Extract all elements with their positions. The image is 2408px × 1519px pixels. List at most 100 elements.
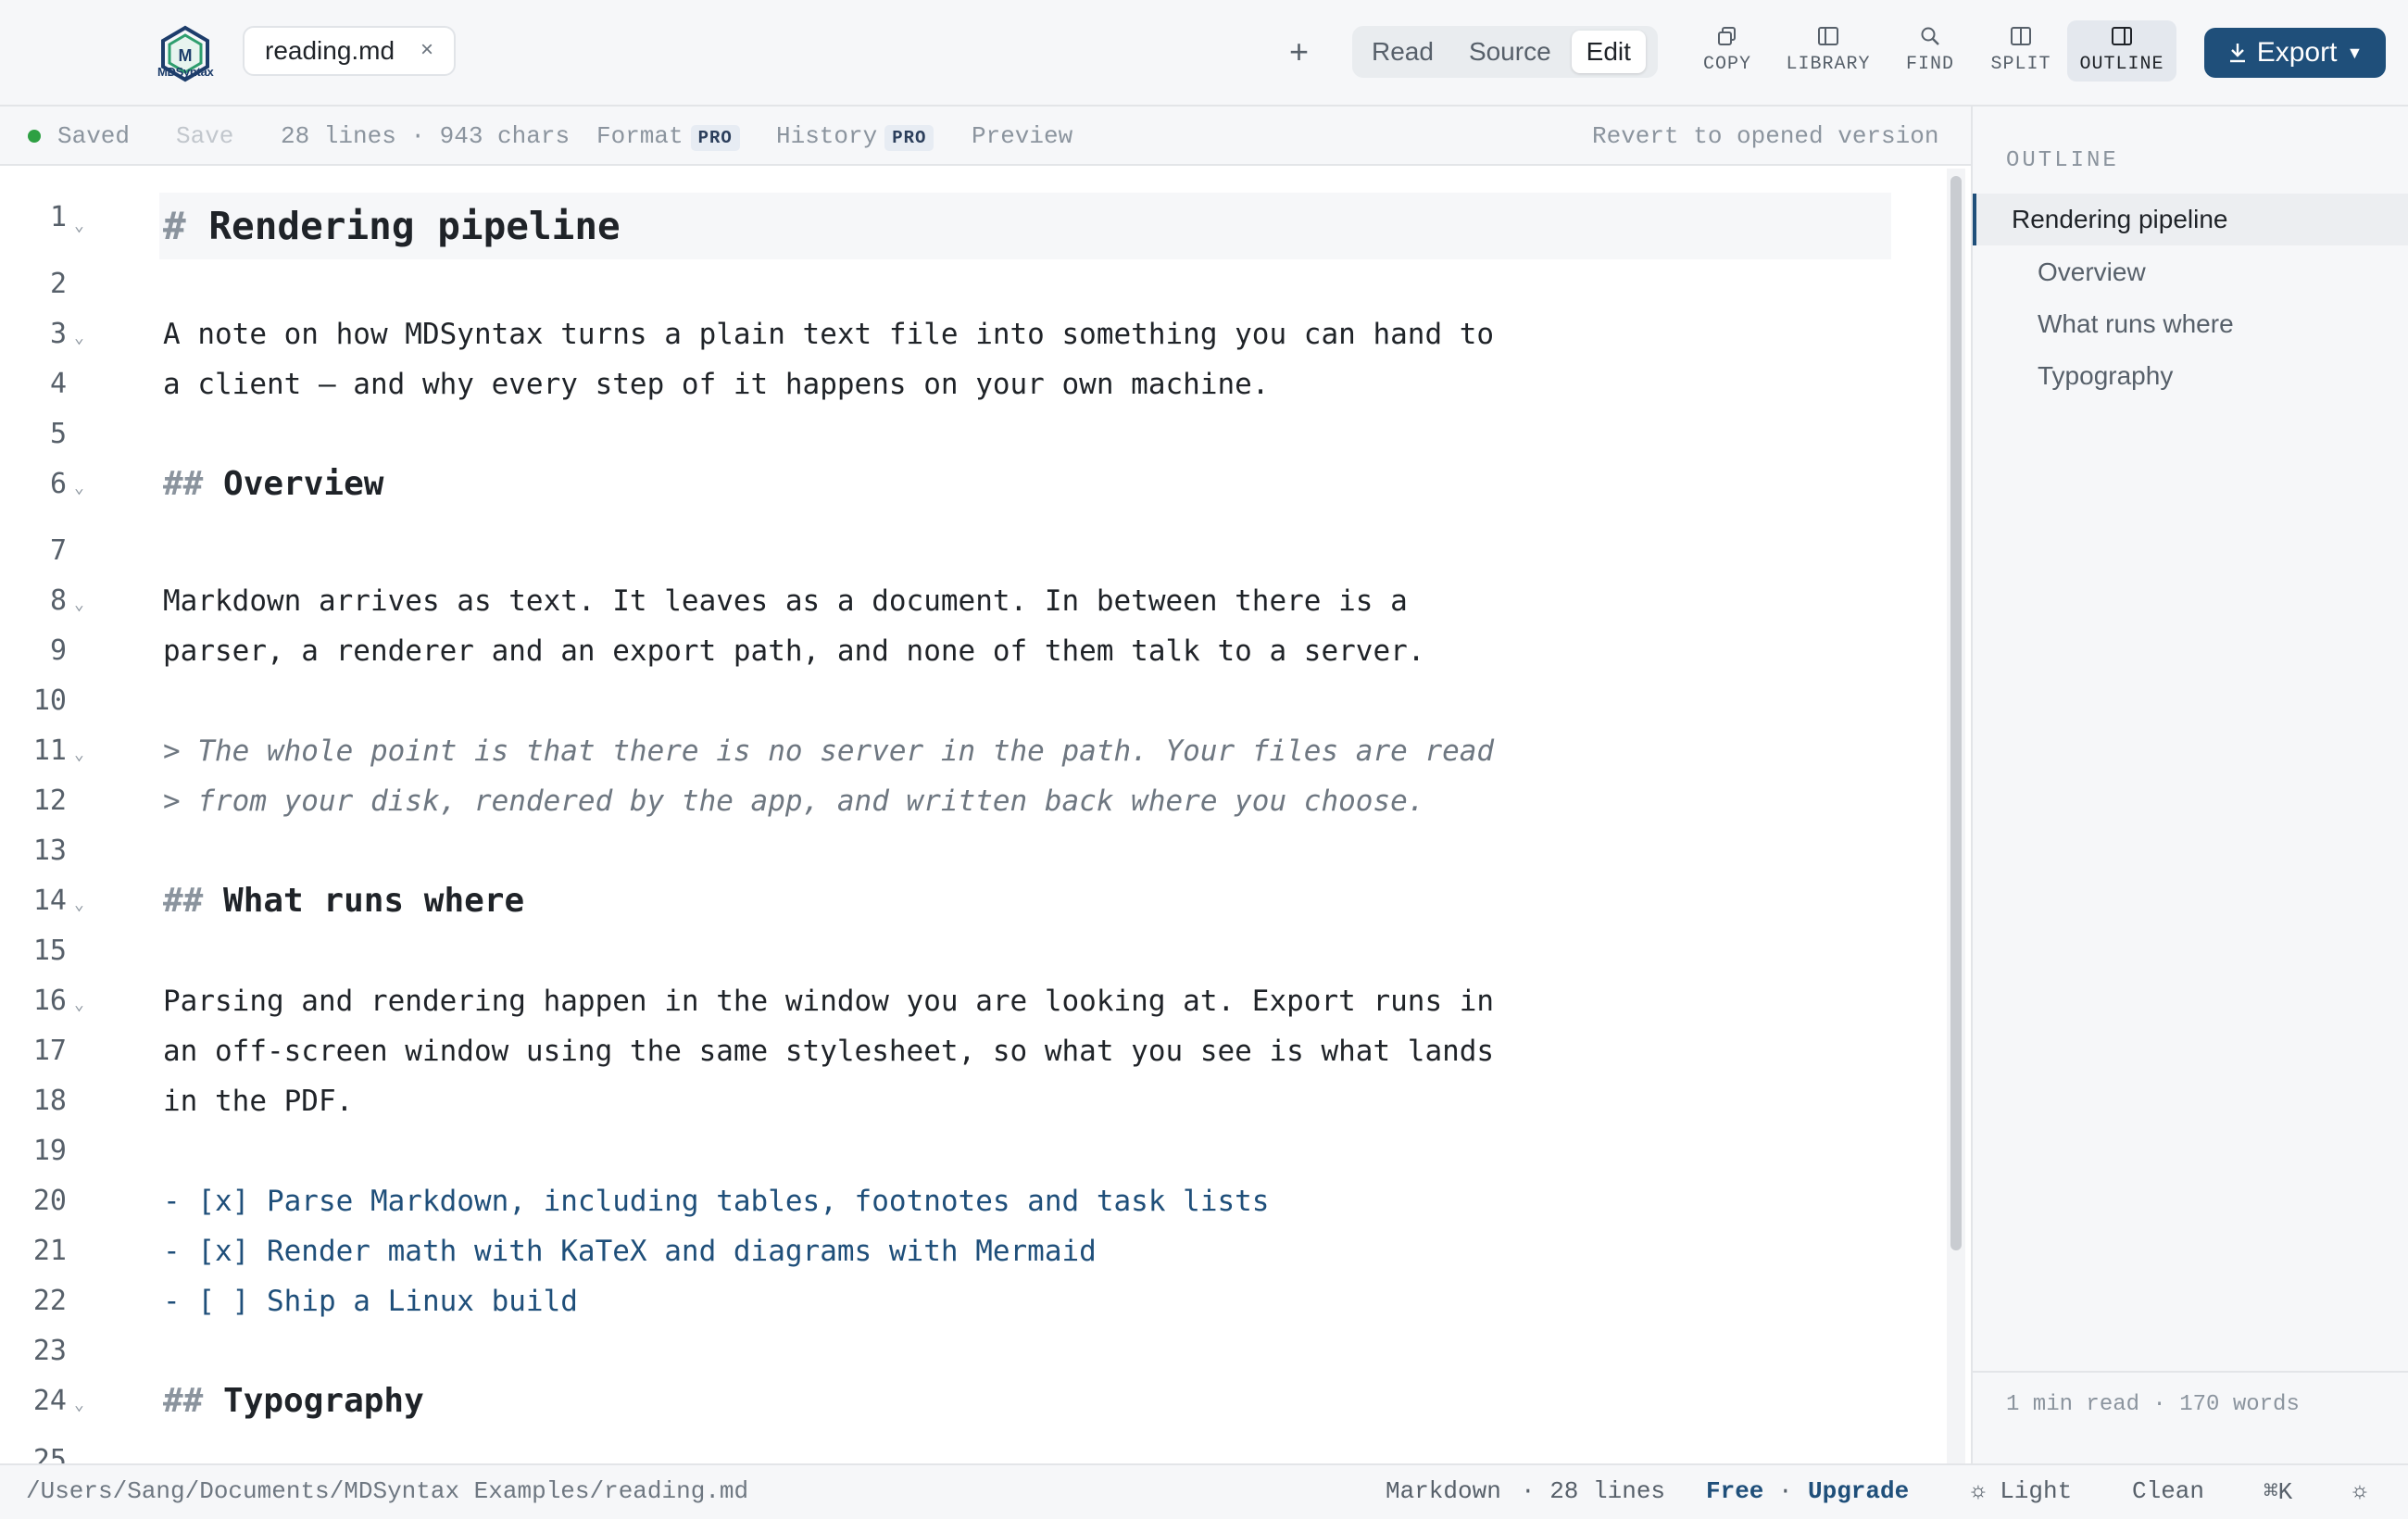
- fold-chevron-icon[interactable]: ⌄: [74, 580, 84, 630]
- mode-source-button[interactable]: Source: [1454, 31, 1566, 73]
- line-text: - [ ] Ship a Linux build: [163, 1276, 578, 1326]
- outline-item-label: Rendering pipeline: [2012, 205, 2228, 233]
- outline-title: OUTLINE: [2006, 148, 2119, 173]
- fold-chevron-icon[interactable]: ⌄: [74, 980, 84, 1030]
- line-content: Parsing and rendering happen in the wind…: [163, 985, 1495, 1018]
- line-text: an off-screen window using the same styl…: [163, 1026, 1494, 1076]
- editor-scrollbar-thumb[interactable]: [1950, 176, 1962, 1250]
- fold-chevron-icon[interactable]: ⌄: [74, 1380, 84, 1430]
- line-content: in the PDF.: [163, 1085, 354, 1118]
- command-palette-shortcut[interactable]: ⌘K: [2264, 1477, 2292, 1506]
- editor-line[interactable]: 14 ⌄ ## What runs where: [0, 876, 1908, 926]
- theme-toggle[interactable]: ☼ Light: [1971, 1477, 2072, 1505]
- bottom-status-bar: /Users/Sang/Documents/MDSyntax Examples/…: [0, 1463, 2408, 1519]
- fold-chevron-icon[interactable]: ⌄: [74, 880, 84, 930]
- editor-pane[interactable]: 1 ⌄ # Rendering pipeline 2 3 ⌄ A note on how M…: [0, 167, 1945, 1463]
- copy-label: COPY: [1702, 54, 1751, 75]
- editor-line[interactable]: 23: [0, 1326, 1908, 1376]
- editor-line[interactable]: 17 an off-screen window using the same st…: [0, 1026, 1908, 1076]
- editor-line[interactable]: 13: [0, 826, 1908, 876]
- line-content: - [ ] Ship a Linux build: [163, 1285, 578, 1318]
- line-number: 24: [32, 1385, 67, 1417]
- split-button[interactable]: SPLIT: [1984, 20, 2058, 82]
- outline-item-rendering-pipeline[interactable]: Rendering pipeline: [1973, 194, 2408, 245]
- line-number: 9: [49, 634, 67, 667]
- format-button[interactable]: Format PRO: [596, 122, 740, 151]
- editor-line[interactable]: 3 ⌄ A note on how MDSyntax turns a plain t…: [0, 309, 1908, 359]
- file-tab[interactable]: reading.md ×: [243, 26, 456, 76]
- upgrade-link[interactable]: Upgrade: [1808, 1477, 1909, 1505]
- heading-marker: ##: [163, 882, 224, 920]
- line-content: - [x] Parse Markdown, including tables, …: [163, 1185, 1270, 1218]
- editor-line[interactable]: 10: [0, 676, 1908, 726]
- mode-read-button[interactable]: Read: [1357, 31, 1449, 73]
- editor-line[interactable]: 20 - [x] Parse Markdown, including tables…: [0, 1176, 1908, 1226]
- editor-line[interactable]: 12 > from your disk, rendered by the app,…: [0, 776, 1908, 826]
- outline-item-typography[interactable]: Typography: [2038, 361, 2173, 391]
- save-button[interactable]: Save: [176, 122, 233, 150]
- export-label: Export: [2256, 37, 2338, 68]
- line-content: > from your disk, rendered by the app, a…: [163, 785, 1425, 818]
- editor-line[interactable]: 9 parser, a renderer and an export path, …: [0, 626, 1908, 676]
- line-number: 20: [32, 1185, 67, 1217]
- line-number: 15: [32, 935, 67, 967]
- mode-edit-button[interactable]: Edit: [1571, 31, 1646, 73]
- editor-line[interactable]: 25: [0, 1436, 1908, 1463]
- editor-line[interactable]: 18 in the PDF.: [0, 1076, 1908, 1126]
- outline-item-overview[interactable]: Overview: [2038, 257, 2146, 287]
- new-tab-button[interactable]: +: [1289, 31, 1309, 72]
- editor-line[interactable]: 5: [0, 409, 1908, 459]
- editor-line[interactable]: 24 ⌄ ## Typography: [0, 1376, 1908, 1426]
- line-text: ## Typography: [163, 1376, 424, 1426]
- sidebar-icon: [1818, 27, 1838, 45]
- fold-chevron-icon[interactable]: ⌄: [74, 730, 84, 780]
- editor-line[interactable]: 2: [0, 259, 1908, 309]
- line-number: 17: [32, 1035, 67, 1067]
- editor-line[interactable]: 7: [0, 526, 1908, 576]
- outline-toggle-button[interactable]: OUTLINE: [2067, 20, 2176, 82]
- outline-label: OUTLINE: [2079, 54, 2164, 75]
- editor-line[interactable]: 11 ⌄ > The whole point is that there is no…: [0, 726, 1908, 776]
- outline-divider: [1973, 1371, 2408, 1373]
- style-selector[interactable]: Clean: [2132, 1477, 2204, 1505]
- language-mode[interactable]: Markdown: [1386, 1477, 1501, 1505]
- line-number: 11: [32, 734, 67, 767]
- fold-chevron-icon[interactable]: ⌄: [74, 313, 84, 363]
- history-button[interactable]: History PRO: [776, 122, 934, 151]
- separator: ·: [1778, 1477, 1793, 1505]
- editor-line[interactable]: 1 ⌄ # Rendering pipeline: [0, 193, 1908, 259]
- top-toolbar: M MDSyntax reading.md × + Read Source Ed…: [0, 0, 2408, 107]
- editor-line[interactable]: 6 ⌄ ## Overview: [0, 459, 1908, 509]
- library-label: LIBRARY: [1786, 54, 1871, 75]
- copy-button[interactable]: COPY: [1697, 20, 1758, 82]
- editor-line[interactable]: 19: [0, 1126, 1908, 1176]
- line-number: 10: [32, 684, 67, 717]
- editor-line[interactable]: 15: [0, 926, 1908, 976]
- copy-icon: [1718, 27, 1736, 45]
- editor-line[interactable]: 8 ⌄ Markdown arrives as text. It leaves as…: [0, 576, 1908, 626]
- line-text: > The whole point is that there is no se…: [163, 726, 1494, 776]
- format-label: Format: [596, 122, 684, 150]
- editor-line[interactable]: 16 ⌄ Parsing and rendering happen in the w…: [0, 976, 1908, 1026]
- close-tab-icon[interactable]: ×: [420, 37, 433, 63]
- line-number: 7: [49, 534, 67, 567]
- export-button[interactable]: Export ▼: [2204, 28, 2386, 78]
- find-button[interactable]: FIND: [1900, 20, 1960, 82]
- editor-status-bar: Saved Save 28 lines · 943 chars Format PR…: [0, 107, 1971, 166]
- editor-line[interactable]: 22 - [ ] Ship a Linux build: [0, 1276, 1908, 1326]
- line-content: Overview: [223, 465, 384, 503]
- revert-button[interactable]: Revert to opened version: [1592, 122, 1938, 150]
- preview-button[interactable]: Preview: [972, 122, 1072, 150]
- saved-status: Saved: [57, 122, 131, 150]
- saved-indicator-icon: [28, 130, 41, 143]
- outline-item-what-runs-where[interactable]: What runs where: [2038, 309, 2234, 339]
- plan-badge: Free: [1706, 1477, 1764, 1505]
- settings-icon[interactable]: ☼: [2352, 1477, 2367, 1505]
- fold-chevron-icon[interactable]: ⌄: [74, 463, 84, 513]
- fold-chevron-icon[interactable]: ⌄: [74, 193, 84, 259]
- editor-line[interactable]: 4 a client — and why every step of it hap…: [0, 359, 1908, 409]
- line-text: # Rendering pipeline: [163, 193, 621, 259]
- line-number: 19: [32, 1135, 67, 1167]
- library-button[interactable]: LIBRARY: [1780, 20, 1876, 82]
- editor-line[interactable]: 21 - [x] Render math with KaTeX and diagr…: [0, 1226, 1908, 1276]
